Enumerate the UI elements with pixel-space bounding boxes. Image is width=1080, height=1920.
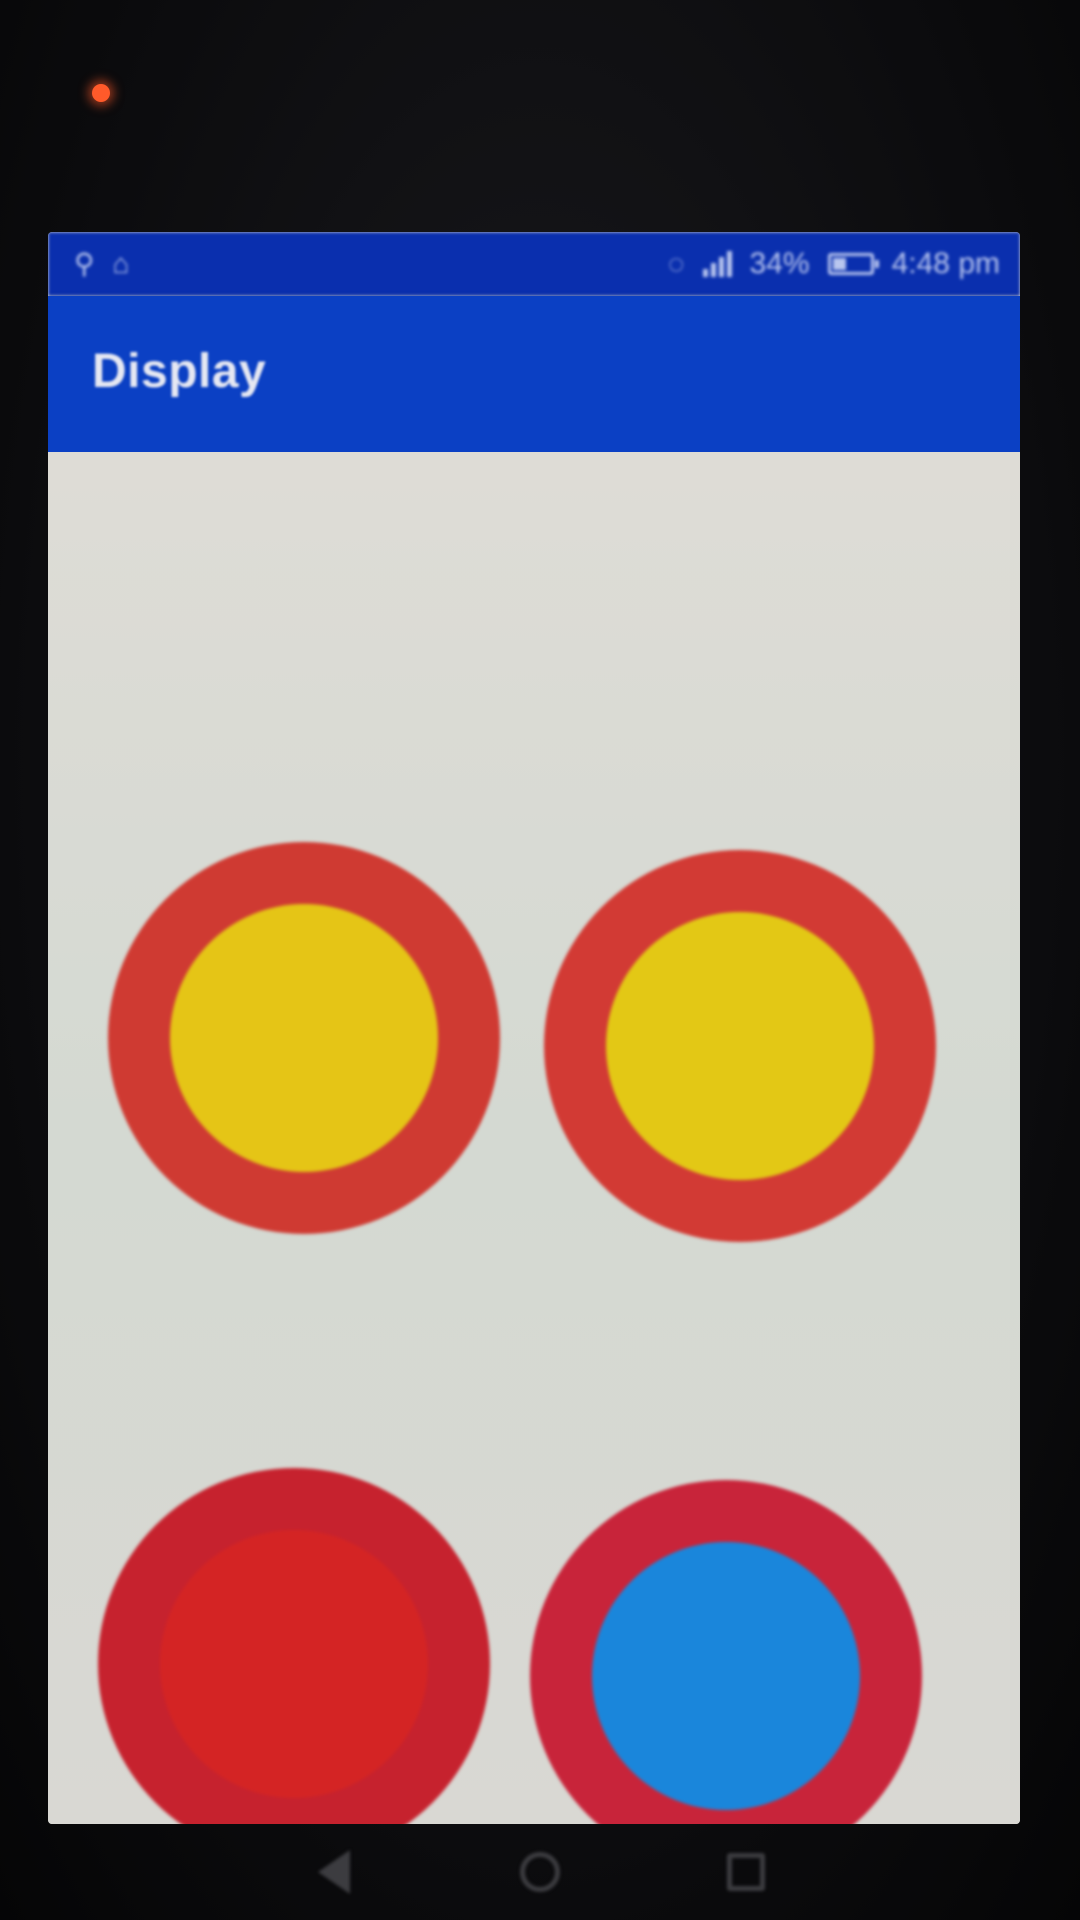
status-left: ⚲ ⌂ xyxy=(74,250,129,278)
recents-button[interactable] xyxy=(718,1844,774,1900)
status-bar: ⚲ ⌂ ◌ 34% 4:48 pm xyxy=(48,232,1020,296)
status-time: 4:48 pm xyxy=(891,247,1000,280)
page-title: Display xyxy=(92,345,267,398)
circle-toggle-4-inner xyxy=(592,1542,860,1810)
battery-icon xyxy=(827,253,879,275)
status-right: ◌ 34% 4:48 pm xyxy=(668,247,1000,281)
back-icon xyxy=(318,1850,350,1894)
circle-toggle-2[interactable] xyxy=(544,850,936,1242)
content-area xyxy=(48,452,1020,1824)
camera-led xyxy=(92,84,110,102)
circle-toggle-4[interactable] xyxy=(530,1480,922,1824)
circle-toggle-2-inner xyxy=(606,912,874,1180)
signal-icon xyxy=(702,251,732,277)
battery-percent: 34% xyxy=(749,247,810,280)
circle-toggle-1-inner xyxy=(170,904,438,1172)
phone-screen: ⚲ ⌂ ◌ 34% 4:48 pm Display xyxy=(48,232,1020,1824)
sync-icon: ◌ xyxy=(667,248,685,279)
app-bar: Display xyxy=(48,296,1020,452)
circle-toggle-3-inner xyxy=(160,1530,428,1798)
recents-icon xyxy=(727,1853,765,1891)
navigation-bar xyxy=(0,1824,1080,1920)
home-icon xyxy=(520,1852,560,1892)
usb-icon: ⚲ xyxy=(74,248,95,279)
circle-toggle-3[interactable] xyxy=(98,1468,490,1824)
circle-toggle-1[interactable] xyxy=(108,842,500,1234)
phone-device: ⚲ ⌂ ◌ 34% 4:48 pm Display xyxy=(0,0,1080,1920)
back-button[interactable] xyxy=(306,1844,362,1900)
home-button[interactable] xyxy=(512,1844,568,1900)
notification-icon: ⌂ xyxy=(112,248,130,279)
